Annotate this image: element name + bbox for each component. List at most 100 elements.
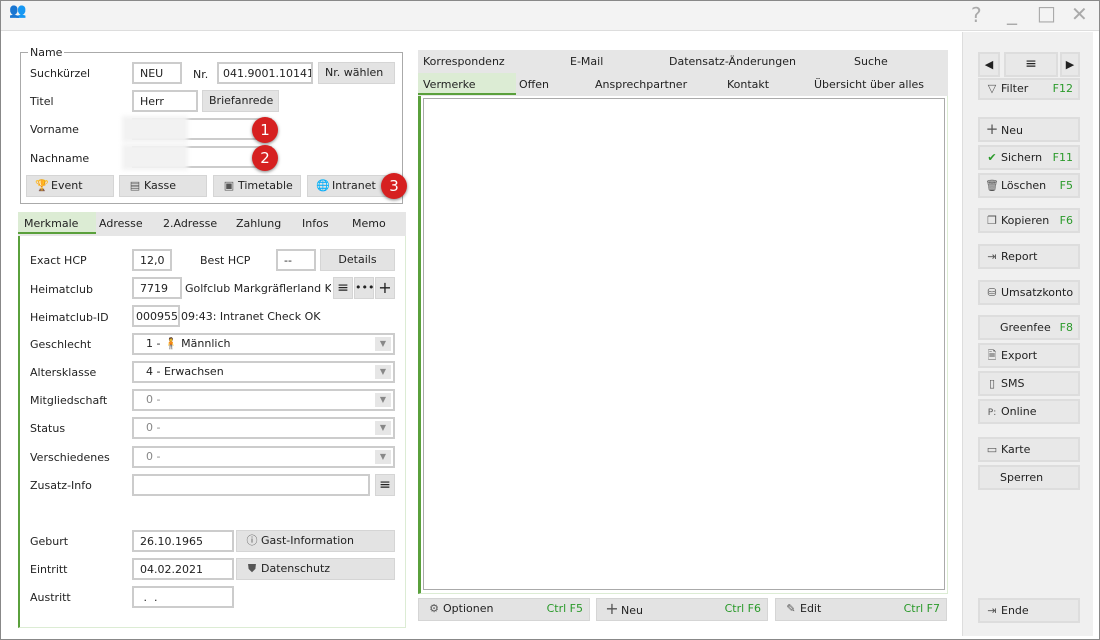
trophy-icon: 🏆	[35, 179, 49, 192]
nr-label: Nr.	[193, 68, 209, 81]
tab-korrespondenz[interactable]: Korrespondenz	[423, 50, 505, 72]
kopieren-button[interactable]: ❐ Kopieren F6	[978, 208, 1080, 233]
sperren-button[interactable]: Sperren	[978, 465, 1080, 490]
heimatclub-id-input[interactable]: 000955	[132, 305, 180, 327]
copy-icon: ❐	[987, 214, 997, 227]
title-bar: 👥 ? _ □ ✕	[1, 1, 1099, 31]
help-icon[interactable]: ?	[971, 3, 982, 27]
list-icon[interactable]: ≡	[333, 277, 353, 299]
add-icon[interactable]: +	[375, 277, 395, 299]
tab-vermerke[interactable]: Vermerke	[418, 73, 516, 95]
ende-button[interactable]: ⇥ Ende	[978, 598, 1080, 623]
close-icon[interactable]: ✕	[1071, 2, 1088, 26]
tab-memo[interactable]: Memo	[352, 212, 386, 234]
info-icon: ⓘ	[246, 534, 258, 547]
karte-button[interactable]: ▭ Karte	[978, 437, 1080, 462]
nr-waehlen-button[interactable]: Nr. wählen	[318, 62, 395, 84]
briefanrede-button[interactable]: Briefanrede	[202, 90, 279, 112]
tab-infos[interactable]: Infos	[302, 212, 329, 234]
next-icon[interactable]: ▶	[1060, 52, 1080, 77]
tab-ansprechpartner[interactable]: Ansprechpartner	[595, 73, 687, 95]
tab-e-mail[interactable]: E-Mail	[570, 50, 603, 72]
chevron-down-icon: ▼	[375, 337, 391, 351]
online-button[interactable]: P: Online	[978, 399, 1080, 424]
maximize-icon[interactable]: □	[1037, 1, 1056, 25]
suchkuerzel-label: Suchkürzel	[30, 67, 91, 80]
report-button[interactable]: ⇥ Report	[978, 244, 1080, 269]
details-button[interactable]: Details	[320, 249, 395, 271]
gears-icon: ⚙	[429, 602, 439, 615]
vermerke-list[interactable]	[423, 98, 945, 590]
austritt-input[interactable]: . .	[132, 586, 234, 608]
coins-icon: ⛁	[987, 286, 997, 299]
eintritt-input[interactable]: 04.02.2021	[132, 558, 234, 580]
optionen-button[interactable]: ⚙ Optionen Ctrl F5	[418, 598, 590, 621]
verschiedenes-select[interactable]: 0 - ▼	[132, 446, 395, 468]
mitgliedschaft-label: Mitgliedschaft	[30, 394, 108, 407]
sichern-button[interactable]: ✔ Sichern F11	[978, 145, 1080, 170]
filter-icon: ▽	[987, 82, 997, 95]
status-select[interactable]: 0 - ▼	[132, 417, 395, 439]
altersklasse-select[interactable]: 4 - Erwachsen ▼	[132, 361, 395, 383]
export-button[interactable]: 🗎 Export	[978, 343, 1080, 368]
edit-button[interactable]: ✎ Edit Ctrl F7	[775, 598, 947, 621]
vorname-label: Vorname	[30, 123, 79, 136]
geschlecht-select[interactable]: 1 - 🧍 Männlich ▼	[132, 333, 395, 355]
zusatz-info-label: Zusatz-Info	[30, 479, 92, 492]
titel-input[interactable]: Herr	[132, 90, 198, 112]
check-icon: ✔	[987, 151, 997, 164]
filter-button[interactable]: ▽ Filter F12	[978, 78, 1080, 100]
tab-suche[interactable]: Suche	[854, 50, 888, 72]
nachname-redacted	[122, 144, 188, 170]
eintritt-label: Eintritt	[30, 563, 68, 576]
plus-icon: +	[985, 120, 999, 138]
calendar-icon: ▣	[223, 179, 235, 192]
greenfee-button[interactable]: Greenfee F8	[978, 315, 1080, 340]
tab-2-adresse[interactable]: 2.Adresse	[163, 212, 217, 234]
zusatz-list-icon[interactable]: ≡	[375, 474, 395, 496]
badge-3: 3	[381, 173, 407, 199]
action-sidebar: ◀ ≡ ▶ ▽ Filter F12 + Neu ✔ Sichern F11 🗑 Lösch…	[962, 32, 1093, 636]
timetable-button[interactable]: ▣ Timetable	[213, 175, 301, 197]
nr-input[interactable]: 041.9001.101416	[217, 62, 313, 84]
loeschen-button[interactable]: 🗑 Löschen F5	[978, 173, 1080, 198]
gast-information-button[interactable]: ⓘ Gast-Information	[236, 530, 395, 552]
umsatzkonto-button[interactable]: ⛁ Umsatzkonto	[978, 280, 1080, 305]
event-button[interactable]: 🏆 Event	[26, 175, 114, 197]
minimize-icon[interactable]: _	[1007, 1, 1017, 25]
shield-icon: ⛊	[247, 562, 257, 575]
datenschutz-button[interactable]: ⛊ Datenschutz	[236, 558, 395, 580]
neu-note-button[interactable]: + Neu Ctrl F6	[596, 598, 768, 621]
best-hcp-input[interactable]: --	[276, 249, 316, 271]
tab-datensatz-aenderungen[interactable]: Datensatz-Änderungen	[669, 50, 796, 72]
chevron-down-icon: ▼	[375, 393, 391, 407]
tab-kontakt[interactable]: Kontakt	[727, 73, 769, 95]
previous-icon[interactable]: ◀	[978, 52, 1000, 77]
more-icon[interactable]: •••	[354, 277, 374, 299]
menu-icon[interactable]: ≡	[1004, 52, 1058, 77]
austritt-label: Austritt	[30, 591, 71, 604]
heimatclub-input[interactable]: 7719	[132, 277, 182, 299]
altersklasse-label: Altersklasse	[30, 366, 97, 379]
kasse-button[interactable]: ▤ Kasse	[119, 175, 207, 197]
vorname-redacted	[122, 116, 188, 142]
cash-register-icon: ▤	[129, 179, 141, 192]
tab-offen[interactable]: Offen	[519, 73, 549, 95]
mitgliedschaft-select[interactable]: 0 - ▼	[132, 389, 395, 411]
plus-icon: +	[605, 599, 619, 618]
tab-adresse[interactable]: Adresse	[99, 212, 143, 234]
geschlecht-label: Geschlecht	[30, 338, 92, 351]
tab-uebersicht[interactable]: Übersicht über alles	[814, 73, 924, 95]
tab-zahlung[interactable]: Zahlung	[236, 212, 281, 234]
card-icon: ▭	[986, 443, 998, 456]
exit-icon: ⇥	[987, 604, 997, 617]
tab-merkmale[interactable]: Merkmale	[18, 212, 96, 234]
sms-button[interactable]: ▯ SMS	[978, 371, 1080, 396]
badge-1: 1	[252, 117, 278, 143]
chevron-down-icon: ▼	[375, 365, 391, 379]
zusatz-info-input[interactable]	[132, 474, 370, 496]
geburt-input[interactable]: 26.10.1965	[132, 530, 234, 552]
suchkuerzel-input[interactable]: NEU	[132, 62, 182, 84]
exact-hcp-input[interactable]: 12,0	[132, 249, 172, 271]
neu-button[interactable]: + Neu	[978, 117, 1080, 142]
